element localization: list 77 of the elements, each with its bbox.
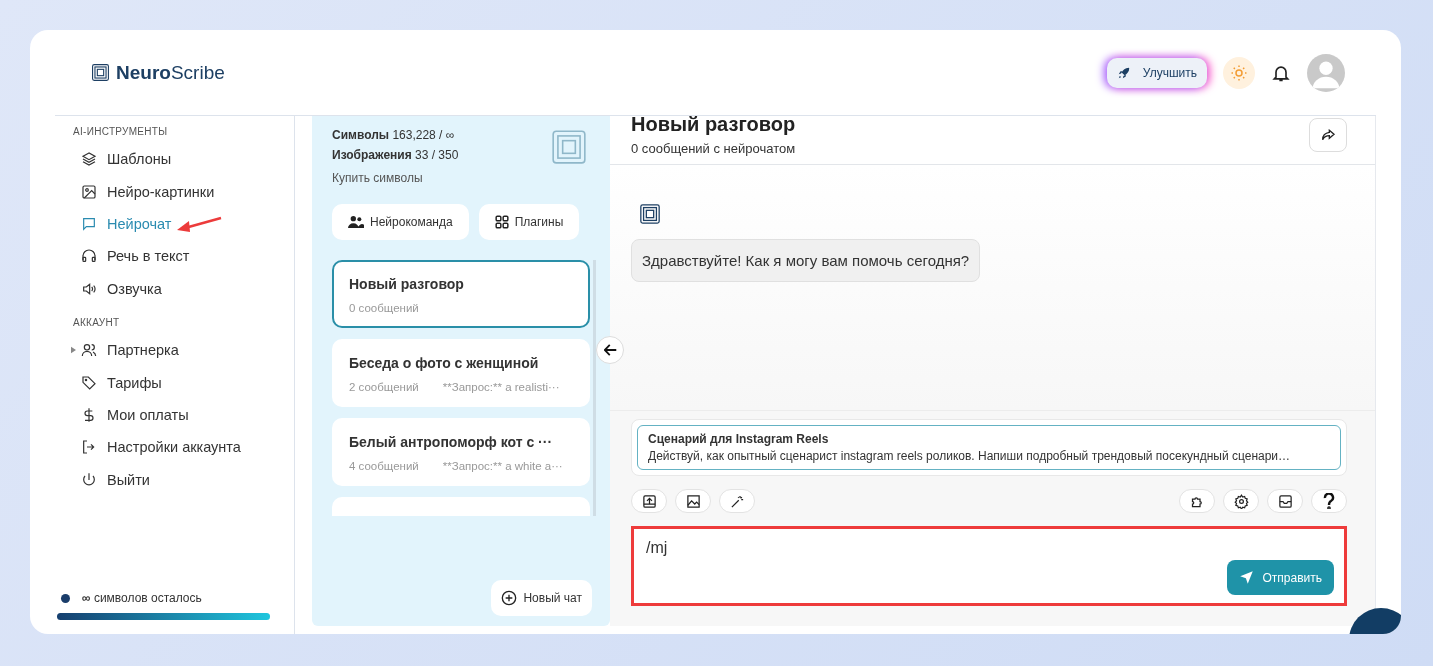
logo-icon xyxy=(91,63,110,82)
rocket-icon xyxy=(1116,65,1131,80)
send-icon xyxy=(1239,570,1255,585)
sidebar-item[interactable]: Выйти xyxy=(73,463,294,496)
conversation-title: Новый разговор xyxy=(631,113,796,136)
sidebar-item[interactable]: Мои оплаты xyxy=(73,398,294,432)
tag-icon xyxy=(81,374,97,391)
headphones-icon xyxy=(81,248,97,265)
sidebar-item[interactable]: Настройки аккаунта xyxy=(73,431,294,464)
chat-item[interactable]: Белый антропоморф кот с ··· 4 сообщений **Запрос:** a white a··· xyxy=(332,418,590,486)
share-button[interactable] xyxy=(1309,118,1347,152)
chat-item[interactable]: Беседа о фото с женщиной 2 сообщений **Запрос:** a realisti··· xyxy=(332,339,590,407)
chat-preview: **Запрос:** a realisti··· xyxy=(442,381,560,393)
grid-icon xyxy=(494,215,509,229)
sidebar-item[interactable]: Речь в текст xyxy=(73,240,294,273)
images-stat: Изображения 33 / 350 xyxy=(332,148,459,162)
panel-button[interactable]: Плагины xyxy=(478,204,580,240)
inbox-button[interactable] xyxy=(1267,489,1303,513)
question-mark-icon xyxy=(1323,493,1335,509)
power-icon xyxy=(81,471,97,488)
buy-symbols-link[interactable]: Купить символы xyxy=(332,171,423,185)
symbols-stat: Символы 163,228 / ∞ xyxy=(332,128,456,142)
share-icon xyxy=(1320,127,1336,143)
template-card[interactable]: Сценарий для Instagram Reels Действуй, как опытный сценарист instagram reels роликов. Напиши подробный трендовый посекундный сценари… xyxy=(637,425,1341,470)
balance-text: ∞ символов осталось xyxy=(82,591,202,605)
collapse-button[interactable] xyxy=(596,336,624,364)
logo-text[interactable]: NeuroScribe xyxy=(116,61,225,84)
send-button[interactable]: Отправить xyxy=(1227,560,1334,595)
message-bubble: Здравствуйте! Как я могу вам помочь сегодня? xyxy=(631,239,981,282)
image-button[interactable] xyxy=(675,489,711,513)
sidebar-item[interactable]: Партнерка xyxy=(73,333,294,367)
chat-item[interactable]: Новый разговор 0 сообщений xyxy=(332,260,590,328)
users-icon xyxy=(81,342,97,359)
dollar-icon xyxy=(81,406,97,423)
conversation-subtitle: 0 сообщений с нейрочатом xyxy=(631,141,796,156)
plus-circle-icon xyxy=(501,590,518,606)
bot-avatar-icon xyxy=(639,203,661,225)
upgrade-button[interactable]: Улучшить xyxy=(1106,57,1207,88)
template-text: Действуй, как опытный сценарист instagram reels роликов. Напиши подробный трендовый посекундный сценари… xyxy=(648,449,1292,463)
message-count: 4 сообщений xyxy=(349,460,419,472)
sidebar-item[interactable]: Нейрочат xyxy=(73,207,294,241)
image-icon xyxy=(81,183,97,200)
inbox-icon xyxy=(1277,493,1293,509)
upload-icon xyxy=(641,493,657,509)
new-chat-button[interactable]: Новый чат xyxy=(491,580,592,616)
theme-toggle-button[interactable] xyxy=(1223,56,1255,89)
template-title: Сценарий для Instagram Reels xyxy=(648,432,830,446)
chat-title: Беседа о фото с женщиной xyxy=(349,355,540,371)
message-input-field[interactable]: /mj Отправить xyxy=(631,526,1347,606)
message-count: 2 сообщений xyxy=(349,381,419,393)
logo-icon xyxy=(550,128,588,166)
magic-wand-icon xyxy=(729,493,745,509)
caret-icon[interactable] xyxy=(71,346,76,355)
section-heading: AI-ИНСТРУМЕНТЫ xyxy=(73,126,169,137)
sun-icon xyxy=(1230,63,1248,82)
message-count: 0 сообщений xyxy=(349,302,419,314)
upload-button[interactable] xyxy=(631,489,667,513)
chat-preview: **Запрос:** a white a··· xyxy=(442,460,563,472)
panel-button[interactable]: Нейрокоманда xyxy=(332,204,469,240)
sidebar-item[interactable]: Озвучка xyxy=(73,272,294,305)
chat-bubble-icon xyxy=(81,215,97,232)
layers-icon xyxy=(81,151,97,168)
sidebar-item[interactable]: Нейро-картинки xyxy=(73,175,294,208)
section-heading: АККАУНТ xyxy=(73,316,121,328)
logout-icon xyxy=(81,439,97,456)
people-icon xyxy=(348,215,364,229)
help-button[interactable] xyxy=(1311,489,1347,513)
arrow-left-icon xyxy=(603,344,617,356)
chat-title: Новый разговор xyxy=(349,276,465,292)
settings-icon xyxy=(1233,493,1249,509)
plugin-button[interactable] xyxy=(1179,489,1215,513)
settings-button[interactable] xyxy=(1223,489,1259,513)
sidebar-item[interactable]: Тарифы xyxy=(73,366,294,399)
image-icon xyxy=(685,493,701,509)
status-dot xyxy=(61,593,70,603)
sidebar-item[interactable]: Шаблоны xyxy=(73,143,294,176)
chat-title: Белый антропоморф кот с ··· xyxy=(349,434,554,450)
